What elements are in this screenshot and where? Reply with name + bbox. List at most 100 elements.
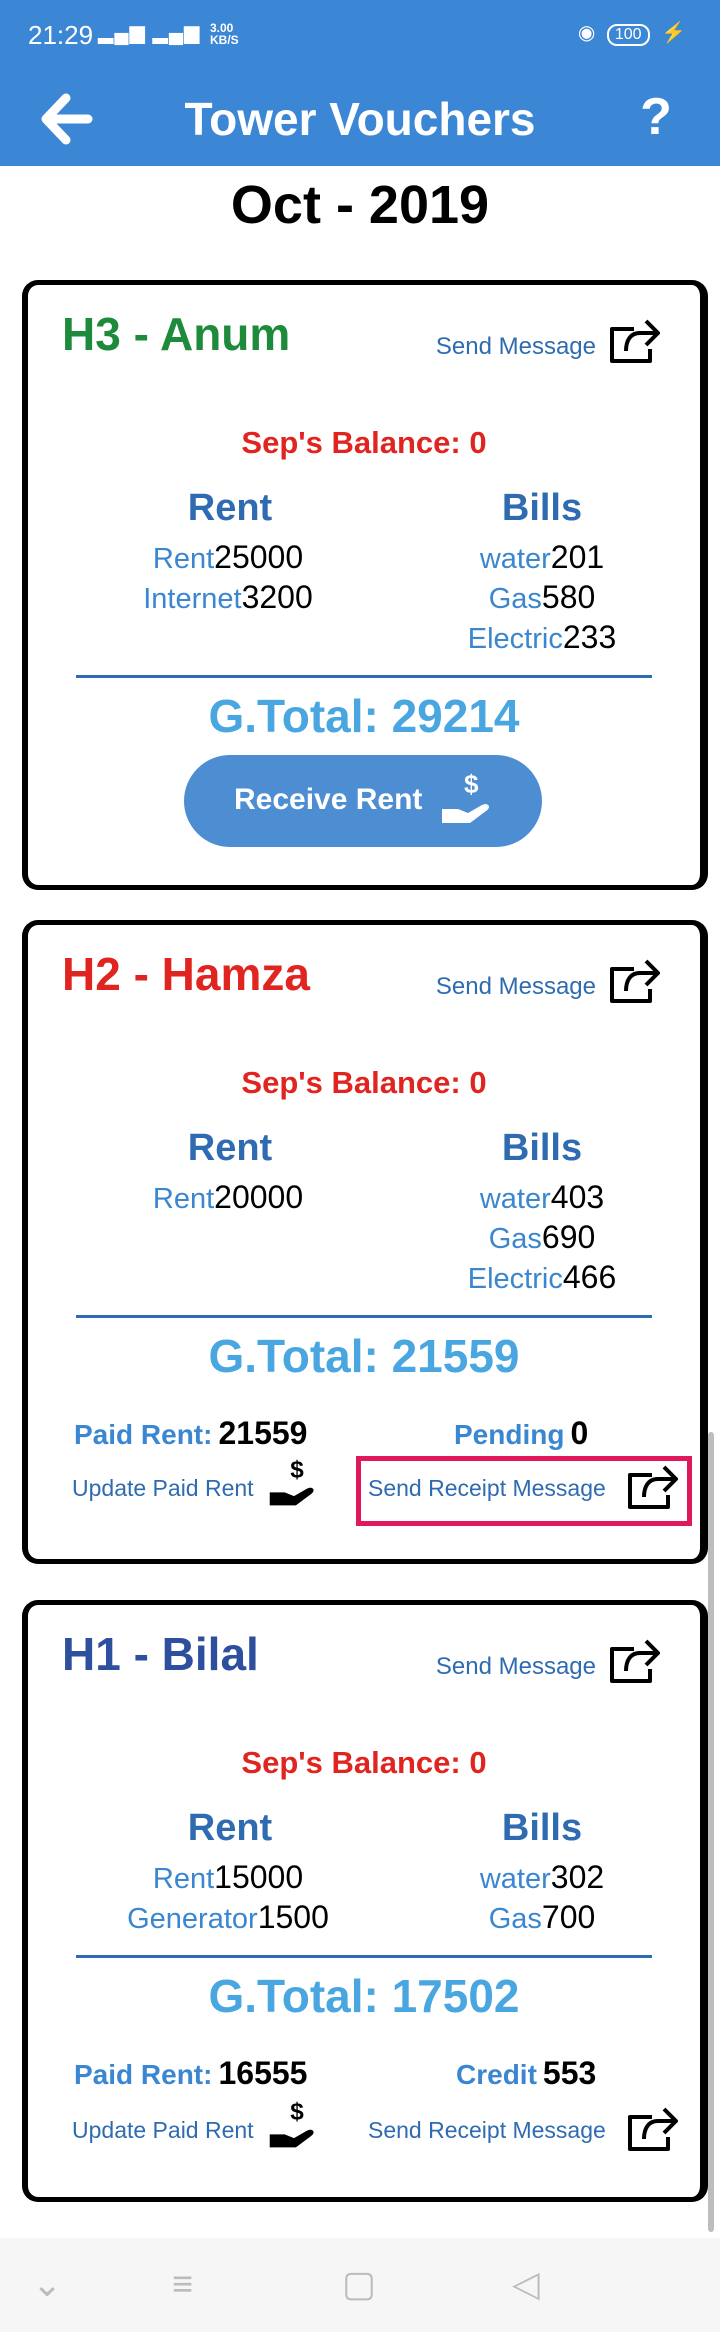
bills-heading: Bills xyxy=(501,487,583,529)
rent-item-value: 25000 xyxy=(214,539,304,575)
nav-back-icon[interactable]: ◁ xyxy=(512,2264,540,2304)
rent-heading: Rent xyxy=(187,1127,273,1169)
tenant-name: H2 - Hamza xyxy=(62,948,310,1000)
bill-item-label: Electric xyxy=(467,623,563,655)
share-icon[interactable] xyxy=(606,317,662,365)
bill-item: Gas690 xyxy=(422,1219,662,1256)
svg-text:$: $ xyxy=(464,769,479,799)
paid-rent: Paid Rent: 16555 xyxy=(74,2055,307,2092)
bills-heading: Bills xyxy=(501,1807,583,1849)
month-title: Oct - 2019 xyxy=(230,175,490,235)
rent-heading: Rent xyxy=(187,487,273,529)
bill-item: Electric233 xyxy=(422,619,662,656)
send-message-link[interactable]: Send Message xyxy=(436,973,596,1001)
send-message-link[interactable]: Send Message xyxy=(436,1653,596,1681)
grand-total: G.Total: 21559 xyxy=(208,1330,520,1382)
bill-item-value: 690 xyxy=(541,1219,596,1255)
rent-item: Rent15000 xyxy=(108,1859,348,1896)
paid-rent-value: 16555 xyxy=(218,2055,308,2091)
rent-item: Generator1500 xyxy=(108,1899,348,1936)
rent-item-label: Rent xyxy=(152,543,215,575)
money-hand-icon[interactable]: $ xyxy=(266,1455,322,1511)
divider xyxy=(76,675,652,678)
previous-balance: Sep's Balance: 0 xyxy=(241,425,487,460)
bill-item-value: 403 xyxy=(550,1179,605,1215)
highlight-box xyxy=(356,1456,692,1526)
nav-down-icon[interactable]: ⌄ xyxy=(32,2264,62,2304)
rent-item-label: Generator xyxy=(127,1903,258,1935)
back-button[interactable] xyxy=(36,84,106,154)
share-icon[interactable] xyxy=(624,2105,680,2153)
charging-icon: ⚡ xyxy=(661,22,686,44)
scrollbar[interactable] xyxy=(708,1432,714,2232)
nav-home-icon[interactable]: ▢ xyxy=(342,2264,376,2304)
bill-item-value: 302 xyxy=(550,1859,605,1895)
voucher-card-h3: H3 - Anum Send Message Sep's Balance: 0 … xyxy=(22,280,708,890)
update-paid-rent-link[interactable]: Update Paid Rent xyxy=(72,1475,254,1502)
rent-item-value: 20000 xyxy=(214,1179,304,1215)
grand-total: G.Total: 17502 xyxy=(208,1970,520,2022)
signal-icon: ▂▄▆ ▂▄▆ xyxy=(98,22,201,44)
voucher-card-h1: H1 - Bilal Send Message Sep's Balance: 0… xyxy=(22,1600,708,2202)
money-hand-icon: $ xyxy=(442,769,489,823)
bill-item-label: Gas xyxy=(488,1223,542,1255)
svg-text:$: $ xyxy=(290,1456,304,1483)
send-receipt-message-link[interactable]: Send Receipt Message xyxy=(368,2117,606,2144)
nav-menu-icon[interactable]: ≡ xyxy=(172,2264,193,2304)
bill-item: Gas580 xyxy=(422,579,662,616)
rent-item-value: 15000 xyxy=(214,1859,304,1895)
divider xyxy=(76,1955,652,1958)
receive-rent-button[interactable]: Receive Rent $ xyxy=(184,755,542,847)
send-message-link[interactable]: Send Message xyxy=(436,333,596,361)
bill-item: water201 xyxy=(422,539,662,576)
app-bar: Tower Vouchers ? xyxy=(0,70,720,166)
bill-item-value: 466 xyxy=(562,1259,617,1295)
bill-item-value: 700 xyxy=(541,1899,596,1935)
pending-amount: Pending 0 xyxy=(454,1415,588,1452)
vibrate-icon: ◉ xyxy=(577,22,596,44)
app-title: Tower Vouchers xyxy=(184,93,536,145)
bill-item-value: 201 xyxy=(550,539,605,575)
rent-item-label: Rent xyxy=(152,1183,215,1215)
svg-text:$: $ xyxy=(290,2098,304,2125)
battery-icon: 100 xyxy=(606,24,650,46)
bill-item: Gas700 xyxy=(422,1899,662,1936)
previous-balance: Sep's Balance: 0 xyxy=(241,1745,487,1780)
money-hand-icon[interactable]: $ xyxy=(266,2097,322,2153)
bill-item-label: water xyxy=(479,543,551,575)
grand-total: G.Total: 29214 xyxy=(208,690,520,742)
help-button[interactable]: ? xyxy=(626,82,686,152)
rent-item-value: 3200 xyxy=(241,579,313,615)
bill-item-label: water xyxy=(479,1863,551,1895)
status-time: 21:29 xyxy=(28,20,94,50)
pending-value: 0 xyxy=(570,1415,589,1451)
paid-rent: Paid Rent: 21559 xyxy=(74,1415,307,1452)
rent-item: Rent20000 xyxy=(108,1179,348,1216)
tenant-name: H3 - Anum xyxy=(62,308,291,360)
update-paid-rent-link[interactable]: Update Paid Rent xyxy=(72,2117,254,2144)
rent-item: Internet3200 xyxy=(108,579,348,616)
bill-item-label: Gas xyxy=(488,583,542,615)
bill-item: Electric466 xyxy=(422,1259,662,1296)
status-bar: 21:29 ▂▄▆ ▂▄▆ 3.00 KB/S ◉ 100 ⚡ xyxy=(0,0,720,70)
rent-item-value: 1500 xyxy=(257,1899,329,1935)
rent-item-label: Rent xyxy=(152,1863,215,1895)
rent-heading: Rent xyxy=(187,1807,273,1849)
bill-item-label: water xyxy=(479,1183,551,1215)
network-speed: 3.00 KB/S xyxy=(210,22,239,46)
back-arrow-icon xyxy=(41,93,93,145)
credit-amount: Credit 553 xyxy=(456,2055,596,2092)
paid-rent-value: 21559 xyxy=(218,1415,308,1451)
share-icon[interactable] xyxy=(606,1637,662,1685)
credit-value: 553 xyxy=(542,2055,597,2091)
previous-balance: Sep's Balance: 0 xyxy=(241,1065,487,1100)
bill-item-label: Gas xyxy=(488,1903,542,1935)
receive-rent-label: Receive Rent xyxy=(234,783,423,816)
paid-rent-label: Paid Rent: xyxy=(74,1419,213,1450)
share-icon[interactable] xyxy=(606,957,662,1005)
paid-rent-label: Paid Rent: xyxy=(74,2059,213,2090)
network-speed-unit: KB/S xyxy=(210,33,239,47)
rent-item: Rent25000 xyxy=(108,539,348,576)
tenant-name: H1 - Bilal xyxy=(62,1628,259,1680)
divider xyxy=(76,1315,652,1318)
